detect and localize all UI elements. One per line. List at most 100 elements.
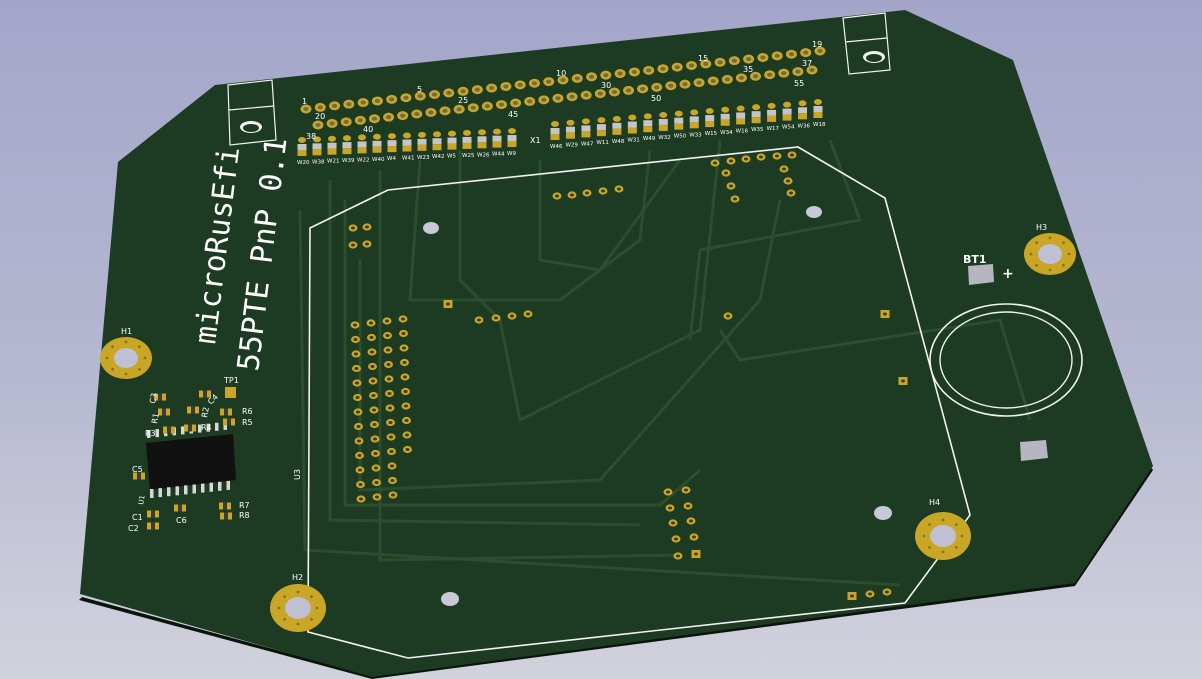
tht-pad [385,389,394,398]
connector-pin [371,96,383,106]
pad [348,224,358,232]
pad [665,504,675,512]
connector-pin [314,102,326,112]
connector-pin [600,70,612,80]
connector-pin [528,78,540,88]
jumper-label: W29 [565,143,578,149]
tht-pad [399,329,408,338]
pad [865,590,875,598]
tht-pad [356,495,366,503]
connector-pin [486,83,498,93]
via [922,534,926,538]
connector-pin [686,61,697,70]
label-r4: R4 [201,423,212,432]
tht-pad [370,420,379,429]
tht-pad [353,408,363,416]
connector-pin [743,54,755,64]
pad [523,310,533,318]
via [315,606,319,610]
connector-pin [552,93,564,103]
connector-pin [495,100,507,110]
tht-pad [352,364,361,373]
connector-pin [586,72,598,82]
pad [730,195,740,203]
pcb-3d-view: U3 W20 W38 W21 W39 W22 W40 W4 W41 W23 W42 W5 W25 W26… [79,10,1153,679]
connector-pin [500,81,512,91]
connector-pin [340,117,352,127]
connector-pin [357,98,369,108]
pad [689,533,699,541]
pad [779,165,789,173]
connector-pin [329,101,341,111]
pin-label-1: 1 [302,97,307,106]
connector-pin [721,74,733,84]
tht-pad [402,416,411,425]
pad [474,316,484,324]
via [111,367,114,371]
connector-pin [566,92,578,102]
pad [880,310,890,318]
connector-pin [764,70,776,80]
label-r1: R1 [150,412,161,424]
ic-pin [201,483,205,493]
connector-pin [580,90,592,100]
mounting-hole-label-h2: H2 [292,573,303,582]
tht-pad [403,445,412,454]
tht-pad [388,476,397,485]
connector-pin [524,96,536,106]
connector-pin [693,78,705,88]
pin-label-40: 40 [363,125,373,134]
via [124,340,128,344]
tht-pad [356,480,365,489]
pad [673,552,683,560]
connector-pin [397,111,409,121]
tht-pad [371,449,380,458]
tht-pad [372,478,381,487]
connector-pin [514,80,526,90]
jumper-label: W36 [798,123,811,129]
jumper-label: W11 [596,140,608,146]
jumper-label: W9 [507,151,516,157]
pin-label-45: 45 [508,110,518,119]
connector-pin [538,95,550,105]
pad [614,185,624,193]
tp-ref-label: TP1 [223,376,239,385]
tht-pad [367,333,376,342]
smd-part [147,522,159,530]
label-r7: R7 [239,501,250,510]
pin-label-30: 30 [601,81,611,90]
battery-ref-label: BT1 [963,253,987,266]
smd-part [220,408,232,416]
tht-pad [383,346,393,354]
pad [582,189,592,197]
ic-pin [181,426,185,435]
connector-pin [623,85,635,95]
tht-pad [387,447,396,456]
jumper-label: W38 [312,159,325,165]
pad [723,312,733,320]
via [143,356,147,360]
tht-pad [399,344,409,352]
tht-pad [351,350,361,358]
jumper-label: W15 [705,131,718,137]
connector-pin [628,67,640,77]
pad [443,300,453,308]
tht-pad [382,317,392,325]
jumper-label: W5 [447,154,456,160]
smd-part [184,424,196,432]
pad [491,314,501,322]
tht-pad [355,451,364,460]
connector-pin [637,84,649,94]
via [138,345,141,349]
tht-pad [355,466,365,474]
pad [567,191,577,199]
jumper-label: W44 [492,152,505,158]
connector-pin [443,88,455,98]
via [1067,252,1071,256]
jumper-label: W21 [327,159,339,165]
pad [668,519,678,527]
via [941,550,945,554]
via [283,595,286,599]
tht-pad [402,431,412,439]
connector-pin [429,90,440,99]
